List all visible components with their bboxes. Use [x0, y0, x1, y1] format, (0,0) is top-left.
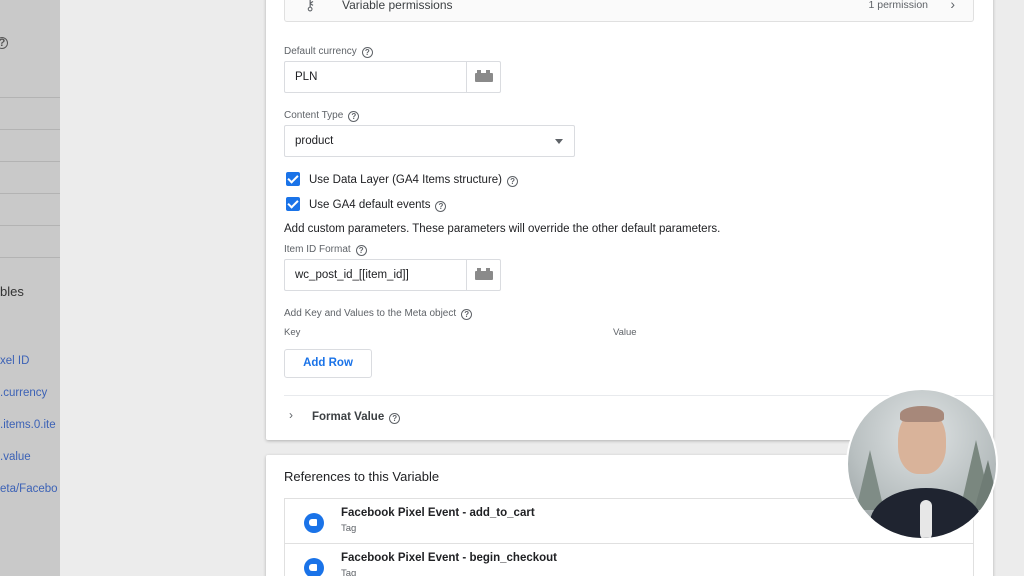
use-data-layer-label-text: Use Data Layer (GA4 Items structure) — [309, 174, 503, 186]
left-pane: ? bles xel ID .currency .items.0.ite .va… — [0, 0, 60, 576]
custom-params-note: Add custom parameters. These parameters … — [284, 223, 721, 235]
divider — [0, 161, 60, 162]
reference-type: Tag — [341, 568, 357, 576]
divider — [0, 97, 60, 98]
use-ga4-default-events-checkbox[interactable] — [286, 197, 300, 211]
microphone — [920, 500, 932, 538]
lego-brick-icon — [475, 70, 493, 82]
item-id-format-label: Item ID Format? — [284, 244, 367, 256]
key-icon: ⚷ — [305, 0, 316, 13]
permission-count: 1 permission — [868, 0, 928, 11]
format-value-toggle[interactable]: Format Value? — [312, 411, 401, 424]
help-icon[interactable]: ? — [355, 245, 367, 256]
section-label: bles — [0, 284, 24, 299]
chevron-right-icon: › — [950, 0, 955, 12]
help-icon[interactable]: ? — [435, 201, 447, 212]
variable-configuration-card: ⚷ Variable permissions 1 permission › De… — [266, 0, 993, 440]
lego-brick-icon — [475, 268, 493, 280]
default-currency-label: Default currency? — [284, 46, 373, 58]
divider — [0, 225, 60, 226]
reference-name: Facebook Pixel Event - add_to_cart — [341, 507, 535, 519]
use-data-layer-checkbox[interactable] — [286, 172, 300, 186]
variable-permissions-row[interactable]: ⚷ Variable permissions 1 permission › — [284, 0, 974, 22]
tag-icon — [304, 558, 324, 576]
item-id-format-input[interactable]: wc_post_id_[[item_id]] — [284, 259, 501, 291]
variable-link[interactable]: xel ID — [0, 355, 29, 367]
presenter-hair — [900, 406, 944, 422]
variable-link[interactable]: .value — [0, 451, 31, 463]
webcam-overlay — [846, 388, 998, 540]
divider — [0, 257, 60, 258]
variable-picker-button[interactable] — [466, 62, 500, 92]
background-gap — [60, 0, 266, 576]
default-currency-input[interactable]: PLN — [284, 61, 501, 93]
chevron-right-icon[interactable]: › — [289, 408, 293, 422]
variable-picker-button[interactable] — [466, 260, 500, 290]
content-type-label: Content Type? — [284, 110, 360, 122]
help-icon[interactable]: ? — [0, 37, 8, 49]
help-icon[interactable]: ? — [461, 309, 473, 320]
variable-permissions-label: Variable permissions — [342, 0, 453, 12]
reference-type: Tag — [341, 523, 357, 534]
tag-icon — [304, 513, 324, 533]
format-value-label: Format Value — [312, 411, 385, 423]
help-icon[interactable]: ? — [507, 176, 519, 187]
variable-link[interactable]: .currency — [0, 387, 47, 399]
default-currency-label-text: Default currency — [284, 46, 357, 57]
help-icon[interactable]: ? — [389, 413, 401, 424]
content-type-value: product — [295, 135, 334, 147]
value-column-header: Value — [613, 327, 637, 338]
divider — [0, 129, 60, 130]
divider — [0, 193, 60, 194]
references-title: References to this Variable — [284, 469, 440, 484]
help-icon[interactable]: ? — [348, 111, 360, 122]
use-ga4-default-events-label: Use GA4 default events? — [309, 199, 447, 212]
content-type-label-text: Content Type — [284, 110, 344, 121]
help-icon[interactable]: ? — [361, 47, 373, 58]
use-data-layer-label: Use Data Layer (GA4 Items structure)? — [309, 174, 519, 187]
variable-link[interactable]: eta/Facebo — [0, 483, 58, 495]
item-id-format-label-text: Item ID Format — [284, 244, 351, 255]
add-row-button[interactable]: Add Row — [284, 349, 372, 378]
meta-object-label: Add Key and Values to the Meta object? — [284, 308, 473, 320]
reference-name: Facebook Pixel Event - begin_checkout — [341, 552, 558, 564]
list-item[interactable]: Facebook Pixel Event - begin_checkout Ta… — [284, 543, 974, 576]
content-type-select[interactable]: product — [284, 125, 575, 157]
use-ga4-default-events-label-text: Use GA4 default events — [309, 199, 431, 211]
caret-down-icon — [555, 139, 563, 144]
default-currency-value: PLN — [295, 71, 318, 83]
item-id-format-value: wc_post_id_[[item_id]] — [295, 269, 409, 281]
meta-object-label-text: Add Key and Values to the Meta object — [284, 308, 457, 319]
variable-link[interactable]: .items.0.ite — [0, 419, 56, 431]
key-column-header: Key — [284, 327, 301, 338]
